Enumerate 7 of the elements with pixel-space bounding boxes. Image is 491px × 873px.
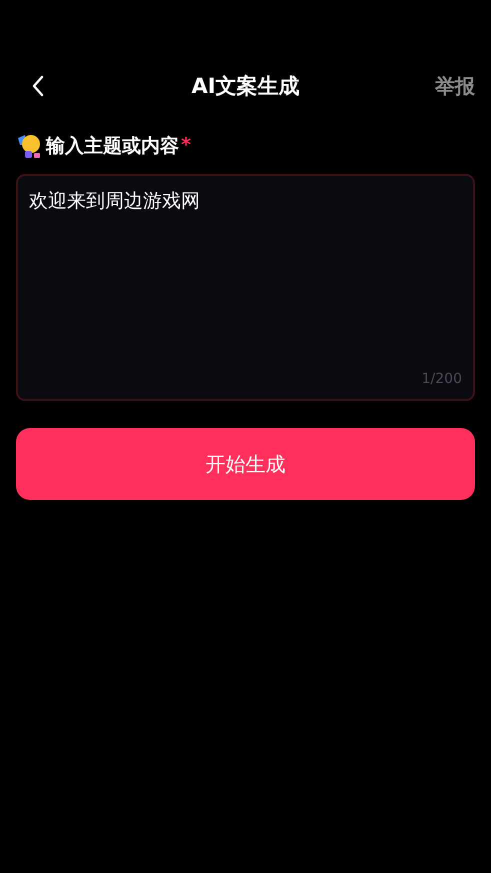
page-title: AI文案生成 bbox=[191, 73, 300, 100]
generate-button[interactable]: 开始生成 bbox=[16, 428, 475, 500]
field-label: 输入主题或内容 bbox=[46, 134, 179, 159]
required-mark: * bbox=[181, 134, 191, 156]
character-counter: 1/200 bbox=[422, 371, 462, 387]
report-button[interactable]: 举报 bbox=[435, 72, 475, 100]
back-icon bbox=[31, 75, 45, 97]
